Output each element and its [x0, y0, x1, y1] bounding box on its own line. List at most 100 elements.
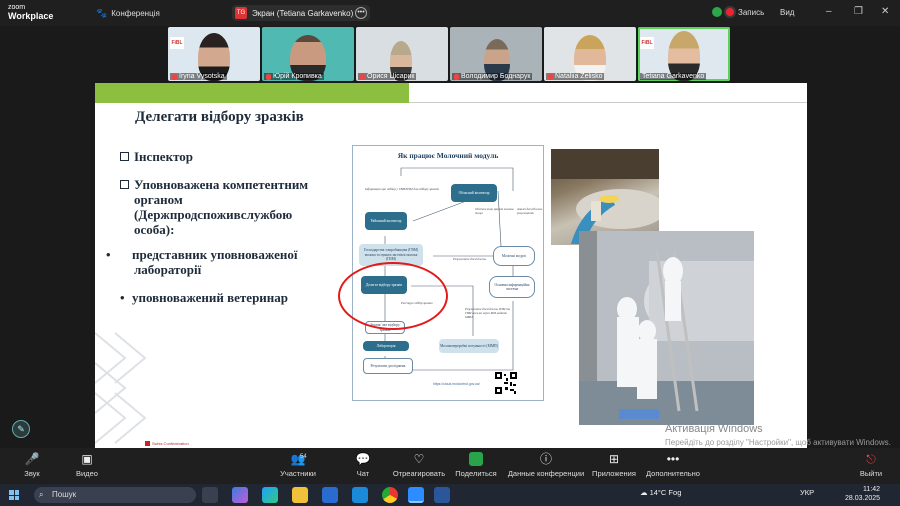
paw-icon: 🐾 — [96, 8, 108, 18]
zoom-window: zoom Workplace 🐾 Конференція TG Экран (T… — [0, 0, 900, 506]
node-oblasnyi-inspector: Обласний інспектор — [451, 184, 497, 202]
activation-watermark-title: Активація Windows — [665, 423, 763, 435]
close-icon[interactable]: ✕ — [881, 6, 889, 17]
edge-icon[interactable] — [262, 487, 278, 503]
chrome-icon[interactable] — [382, 487, 398, 503]
participant-tile-active-speaker[interactable]: FiBL Tetiana Garkavenko — [638, 27, 730, 81]
share-button[interactable]: Поделиться — [454, 452, 498, 478]
annotation-rezultaty-2: Результати досліджень ПЗМ та ГВМ можна ч… — [465, 307, 511, 319]
bullet-item: Інспектор — [120, 149, 193, 164]
fibl-logo: FiBL — [640, 37, 654, 49]
participant-tile[interactable]: FiBL Iryna Vysotska — [168, 27, 260, 81]
annotation-rezultaty: Результати досліджень — [453, 257, 487, 261]
weather-widget[interactable]: ☁ 14°C Fog — [640, 488, 681, 497]
checkbox-bullet-icon — [120, 180, 129, 189]
participants-icon: 👥 — [290, 452, 306, 466]
more-button[interactable]: ••• Дополнительно — [642, 452, 704, 478]
task-view-icon[interactable] — [202, 487, 218, 503]
conference-menu[interactable]: 🐾 Конференція — [96, 8, 160, 19]
minimize-icon[interactable]: – — [826, 6, 832, 17]
muted-mic-icon — [172, 73, 177, 80]
more-options-icon[interactable]: ••• — [355, 7, 367, 19]
muted-mic-icon: 🎤 — [24, 452, 40, 466]
chat-button[interactable]: 💬 Чат — [350, 452, 376, 478]
participant-name: Володимир Боднарук — [452, 73, 533, 80]
participant-name: Tetiana Garkavenko — [640, 73, 707, 80]
chat-icon: 💬 — [355, 452, 371, 466]
participant-name: Орися Цісарик — [358, 73, 417, 80]
more-icon: ••• — [666, 452, 680, 466]
clock[interactable]: 11:42 28.03.2025 — [845, 485, 880, 503]
meeting-toolbar: 🎤 Звук ▣ Видео 👥 54 Участники 💬 Чат ♡ Отреагир… — [0, 448, 900, 484]
shared-slide: Делегати відбору зразків Інспектор Уповн… — [95, 83, 891, 448]
store-icon[interactable] — [322, 487, 338, 503]
share-screen-icon — [469, 452, 483, 466]
node-laboratoriia: Лабораторія — [363, 341, 409, 351]
leave-button[interactable]: ⎋ Выйти — [856, 452, 886, 478]
participant-tile[interactable]: Володимир Боднарук — [450, 27, 542, 81]
windows-start-icon[interactable] — [9, 490, 19, 500]
copilot-icon[interactable] — [232, 487, 248, 503]
mute-button[interactable]: 🎤 Звук — [18, 452, 46, 478]
brand-bottom: Workplace — [8, 11, 54, 21]
windows-taskbar: ⌕ Пошук ☁ 14°C Fog УКР 11:42 28.03.2025 — [0, 484, 900, 506]
checkbox-bullet-icon — [120, 152, 129, 161]
photo-illustration — [579, 231, 754, 425]
leave-icon: ⎋ — [866, 452, 876, 466]
maximize-icon[interactable]: ❐ — [854, 6, 863, 17]
participant-name: Iryna Vysotska — [170, 73, 227, 80]
muted-mic-icon — [454, 73, 459, 80]
record-dot-icon — [726, 8, 734, 16]
muted-mic-icon — [360, 73, 365, 80]
node-rezultaty: Результати досліджень — [363, 358, 413, 374]
annotation-analiz: Аналіз досліджень результатів — [517, 207, 543, 215]
record-label: Запись — [738, 7, 765, 17]
participant-name: Nataliia Zelisko — [546, 73, 605, 80]
annotate-pencil-icon[interactable]: ✎ — [12, 420, 30, 438]
apps-button[interactable]: ⊞ Приложения — [590, 452, 638, 478]
bullet-item: • представник уповноваженої лабораторії — [106, 247, 298, 277]
bullet-item: • уповноважений ветеринар — [120, 290, 289, 305]
participants-button[interactable]: 👥 54 Участники — [278, 452, 318, 478]
file-explorer-icon[interactable] — [292, 487, 308, 503]
participant-tile[interactable]: Nataliia Zelisko — [544, 27, 636, 81]
annotation-info: Інформація про підбор у ГВМ/ПЗМ для відб… — [365, 187, 439, 191]
qr-code-icon — [495, 372, 517, 394]
weather-icon: ☁ — [640, 488, 648, 497]
screen-share-pill[interactable]: TG Экран (Tetiana Garkavenko) ••• — [232, 5, 370, 21]
milk-module-diagram: Як працює Молочний модуль Обласний інспе… — [338, 145, 544, 401]
taskbar-search[interactable]: ⌕ Пошук — [34, 487, 196, 503]
search-icon: ⌕ — [39, 490, 44, 499]
view-menu[interactable]: Вид — [780, 8, 794, 17]
fibl-logo: FiBL — [170, 37, 184, 49]
node-raionnyi-inspector: Районний інспектор — [365, 212, 407, 230]
word-icon[interactable] — [434, 487, 450, 503]
react-button[interactable]: ♡ Отреагировать — [388, 452, 450, 478]
info-icon: ⓘ — [539, 452, 552, 466]
annotation-obsv: Обстеження зразків молока тощо — [475, 207, 514, 215]
diagram-url: https://cloud.molcontrol.gov.ua/ — [433, 382, 480, 386]
mail-icon[interactable] — [352, 487, 368, 503]
share-avatar-icon: TG — [235, 7, 247, 19]
zoom-logo: zoom Workplace — [8, 3, 53, 21]
participant-tile[interactable]: Орися Цісарик — [356, 27, 448, 81]
slide-header-line — [409, 102, 807, 103]
node-mmp: Молокопереробні потужності (ММП) — [439, 339, 499, 353]
node-molochnyi-modul: Молочні модулі — [493, 246, 535, 266]
zoom-taskbar-icon[interactable] — [408, 487, 424, 503]
muted-mic-icon — [266, 73, 271, 80]
title-bar: zoom Workplace 🐾 Конференція TG Экран (T… — [0, 0, 900, 26]
muted-mic-icon — [548, 73, 553, 80]
video-button[interactable]: ▣ Видео — [72, 452, 102, 478]
slide-title: Делегати відбору зразків — [135, 109, 304, 125]
node-osnovna-systema: Основна інформаційна система — [489, 276, 535, 298]
milk-tank-inspection-photo — [579, 231, 754, 425]
bullet-item: Уповноважена компетентним органом (Держп… — [120, 177, 330, 237]
share-label: Экран (Tetiana Garkavenko) — [252, 8, 354, 18]
video-camera-icon: ▣ — [81, 452, 93, 466]
slide-header-bar — [95, 83, 409, 103]
conference-data-button[interactable]: ⓘ Данные конференции — [506, 452, 586, 478]
language-indicator[interactable]: УКР — [800, 488, 814, 497]
participant-tile[interactable]: Юрій Кропивка — [262, 27, 354, 81]
recording-indicator[interactable]: Запись — [712, 7, 764, 17]
